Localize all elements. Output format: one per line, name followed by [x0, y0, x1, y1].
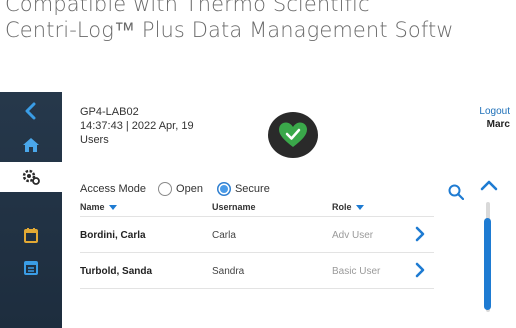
- current-user: Marc: [486, 119, 510, 130]
- cell-name: Turbold, Sanda: [80, 266, 153, 277]
- cell-username: Carla: [212, 230, 236, 241]
- column-header-username[interactable]: Username: [212, 202, 256, 212]
- sidebar-item-settings[interactable]: [0, 162, 62, 192]
- radio-secure-label[interactable]: Secure: [235, 183, 270, 195]
- home-icon: [23, 138, 39, 152]
- search-button[interactable]: [448, 184, 465, 205]
- chevron-up-icon: [480, 180, 498, 191]
- column-label: Name: [80, 202, 105, 212]
- sidebar-item-calendar[interactable]: [0, 220, 62, 250]
- access-mode-label: Access Mode: [80, 183, 147, 195]
- calendar-icon: [24, 261, 38, 275]
- device-id: GP4-LAB02: [80, 106, 139, 118]
- scrollbar-thumb[interactable]: [484, 218, 491, 310]
- marketing-caption: Compatible with Thermo Scientific Centri…: [5, 0, 516, 64]
- sidebar-item-log[interactable]: [0, 252, 62, 282]
- radio-open-label[interactable]: Open: [176, 183, 203, 195]
- table-row[interactable]: [80, 288, 434, 325]
- section-title: Users: [80, 134, 109, 146]
- cell-username: Sandra: [212, 266, 245, 277]
- users-screen: GP4-LAB02 14:37:43 | 2022 Apr, 19 Users …: [62, 92, 516, 328]
- column-label: Username: [212, 202, 256, 212]
- column-header-role[interactable]: Role: [332, 202, 364, 212]
- calendar-icon: [24, 228, 38, 243]
- column-header-name[interactable]: Name: [80, 202, 117, 212]
- column-label: Role: [332, 202, 352, 212]
- access-mode: Access Mode Open Secure: [80, 182, 284, 196]
- sidebar: [0, 92, 62, 328]
- search-icon: [448, 184, 465, 201]
- sidebar-item-home[interactable]: [0, 130, 62, 160]
- status-badge: [268, 112, 318, 158]
- radio-secure[interactable]: [216, 182, 231, 196]
- chevron-right-icon[interactable]: [414, 226, 426, 242]
- cell-role: Adv User: [332, 230, 374, 241]
- cell-name: Bordini, Carla: [80, 230, 146, 241]
- device-screen: GP4-LAB02 14:37:43 | 2022 Apr, 19 Users …: [0, 92, 516, 328]
- datetime: 14:37:43 | 2022 Apr, 19: [80, 120, 194, 132]
- heart-check-icon: [279, 122, 307, 147]
- caption-line-2: Centri-Log™ Plus Data Management Softw: [5, 18, 454, 42]
- settings-icon: [22, 169, 40, 185]
- sort-arrow-icon: [108, 204, 117, 210]
- sort-arrow-icon: [355, 204, 364, 210]
- scroll-up-button[interactable]: [480, 178, 498, 196]
- chevron-right-icon[interactable]: [414, 262, 426, 278]
- cell-role: Basic User: [332, 266, 381, 277]
- table-row[interactable]: Bordini, Carla Carla Adv User: [80, 216, 434, 253]
- logout-link[interactable]: Logout: [479, 106, 510, 117]
- radio-open[interactable]: [158, 182, 173, 196]
- back-button[interactable]: [0, 96, 62, 126]
- table-row[interactable]: Turbold, Sanda Sandra Basic User: [80, 252, 434, 289]
- caption-line-1: Compatible with Thermo Scientific: [5, 0, 370, 16]
- back-arrow-icon: [25, 102, 36, 120]
